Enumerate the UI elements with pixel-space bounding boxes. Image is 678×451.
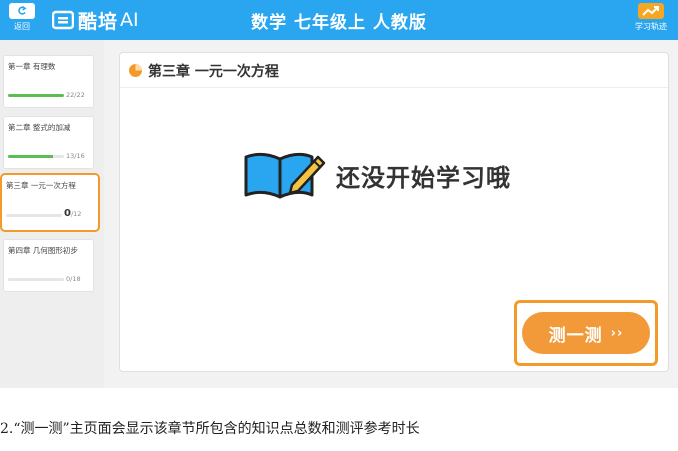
chapter-title: 第四章 几何图形初步 (8, 246, 78, 255)
book-pencil-icon (244, 152, 326, 199)
page-title: 数学 七年级上 人教版 (251, 13, 427, 33)
progress-count: 0/12 (64, 208, 81, 219)
learning-track-label: 学习轨迹 (635, 22, 667, 31)
chapter-item-3[interactable]: 第三章 一元一次方程 0/12 (0, 173, 100, 232)
chapter-content-card: 第三章 一元一次方程 还没开始学习哦 测一测 ›› (119, 52, 669, 372)
learning-track-button[interactable]: 学习轨迹 (628, 3, 674, 37)
test-button[interactable]: 测一测 ›› (522, 312, 650, 354)
chapter-title: 第一章 有理数 (8, 62, 56, 71)
progress-bar (8, 278, 64, 281)
chapter-title: 第二章 整式的加减 (8, 123, 71, 132)
progress-count: 13/16 (66, 152, 85, 160)
progress-bar (6, 214, 62, 217)
chapter-item-2[interactable]: 第二章 整式的加减 13/16 (3, 116, 94, 169)
progress-bar (8, 94, 64, 97)
chapter-item-4[interactable]: 第四章 几何图形初步 0/18 (3, 239, 94, 292)
progress-total: /12 (70, 210, 82, 218)
card-header: 第三章 一元一次方程 (120, 53, 668, 88)
trend-chart-icon (638, 3, 664, 19)
test-button-highlight: 测一测 ›› (514, 300, 658, 366)
empty-message: 还没开始学习哦 (336, 163, 511, 192)
progress-bar (8, 155, 64, 158)
caption: 2.“测一测”主页面会显示该章节所包含的知识点总数和测评参考时长 (0, 421, 420, 437)
double-chevron-right-icon: ›› (610, 325, 624, 341)
progress-count: 0/18 (66, 275, 81, 283)
test-button-label: 测一测 (548, 325, 603, 346)
top-bar: 返回 酷培 AI 数学 七年级上 人教版 学习轨迹 (0, 0, 678, 40)
pie-chart-icon (129, 64, 142, 77)
empty-state: 还没开始学习哦 (242, 149, 511, 201)
chapter-sidebar: 第一章 有理数 22/22 第二章 整式的加减 13/16 第三章 一元一次方程… (0, 40, 104, 388)
chapter-item-1[interactable]: 第一章 有理数 22/22 (3, 55, 94, 108)
progress-done: 0 (64, 208, 71, 219)
chapter-title: 第三章 一元一次方程 (6, 181, 76, 190)
chapter-heading: 第三章 一元一次方程 (148, 64, 279, 80)
progress-count: 22/22 (66, 91, 85, 99)
